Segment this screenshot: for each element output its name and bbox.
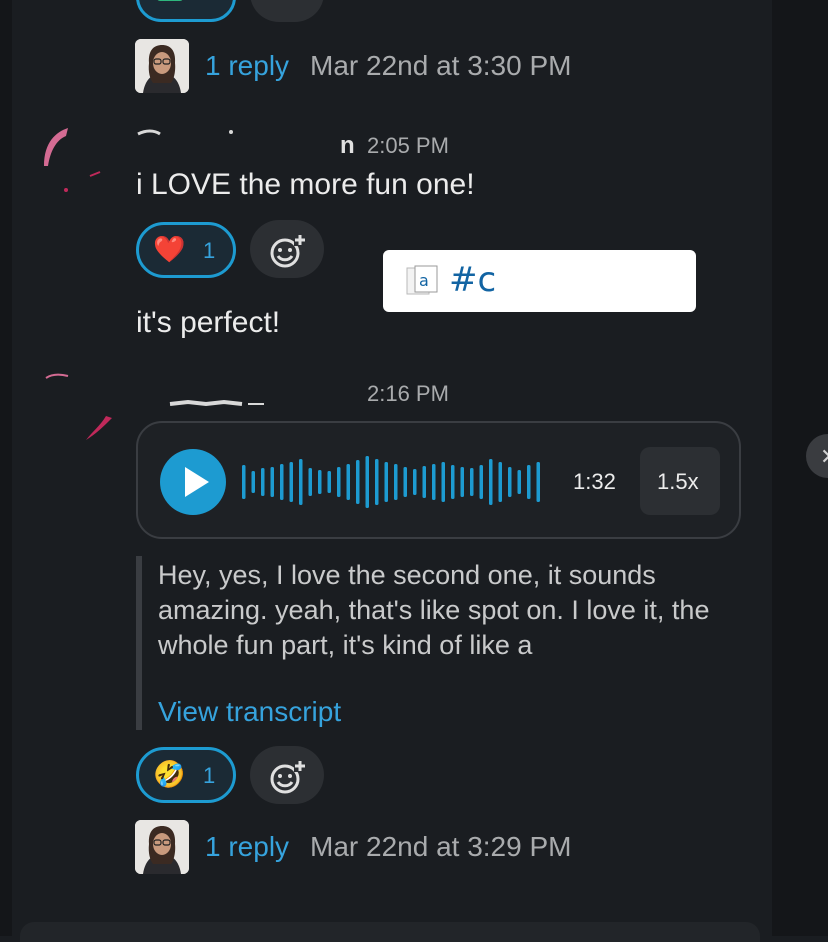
waveform-bar [280, 464, 284, 500]
waveform-bar [337, 467, 341, 497]
waveform-bar [422, 466, 426, 498]
thread-last-reply-time: Mar 22nd at 3:30 PM [310, 50, 572, 81]
waveform-bar [299, 459, 303, 505]
transcript-text: Hey, yes, I love the second one, it soun… [158, 560, 710, 660]
view-transcript-link[interactable]: View transcript [158, 696, 341, 728]
check-emoji-icon [157, 0, 183, 1]
voice-clip-player: 1:32 1.5x [136, 421, 741, 539]
waveform-bar [261, 468, 265, 496]
waveform-bar [242, 465, 246, 499]
thread-reply-count-2[interactable]: 1 reply [205, 831, 289, 863]
waveform-bar [356, 460, 360, 504]
message-timestamp[interactable]: 2:05 PM [367, 133, 449, 159]
svg-text:a: a [419, 271, 429, 290]
playback-speed-label: 1.5x [657, 469, 699, 494]
message-timestamp-prefix: n [340, 132, 355, 159]
reaction-laugh[interactable]: 🤣 1 [136, 747, 236, 803]
reaction-heart[interactable]: ❤️ 1 [136, 222, 236, 278]
redacted-avatar [44, 128, 101, 192]
popover-text: #c [449, 260, 497, 300]
waveform-bar [517, 470, 521, 494]
add-reaction-button-partial[interactable] [250, 0, 324, 22]
play-icon [185, 467, 209, 497]
waveform-bar [508, 467, 512, 497]
audio-waveform[interactable] [240, 451, 555, 513]
waveform-bar [498, 462, 502, 502]
playback-speed-button[interactable]: 1.5x [640, 447, 720, 515]
add-emoji-icon [270, 234, 306, 268]
waveform-bar [451, 465, 455, 499]
waveform-bar [470, 468, 474, 496]
waveform-bar [441, 462, 445, 502]
thread-reply-count[interactable]: 1 reply [205, 50, 289, 82]
avatar-2[interactable] [135, 820, 189, 874]
avatar[interactable] [135, 39, 189, 93]
reaction-pill-partial[interactable] [136, 0, 236, 22]
waveform-bar [308, 468, 312, 496]
waveform-bar [375, 459, 379, 505]
translate-icon: a [406, 265, 438, 295]
waveform-bar [384, 462, 388, 502]
waveform-bar [289, 462, 293, 502]
waveform-bar [403, 467, 407, 497]
reaction-count-2: 1 [203, 763, 216, 788]
waveform-bar [460, 467, 464, 497]
add-emoji-icon [270, 760, 306, 794]
channel-suggestion-popover[interactable]: a #c [383, 250, 696, 312]
redacted-avatar-2 [45, 373, 112, 440]
waveform-bar [346, 464, 350, 500]
thread-last-reply-time-2: Mar 22nd at 3:29 PM [310, 831, 572, 862]
redacted-name [137, 129, 233, 136]
message-timestamp-2[interactable]: 2:16 PM [367, 381, 449, 407]
waveform-bar [527, 465, 531, 499]
play-button[interactable] [160, 449, 226, 515]
waveform-bar [394, 464, 398, 500]
left-edge [0, 0, 12, 936]
redacted-name-2 [169, 399, 264, 407]
close-icon: ✕ [820, 444, 828, 470]
heart-emoji-icon: ❤️ [153, 234, 186, 264]
add-reaction-button[interactable] [250, 220, 324, 278]
waveform-bar [365, 456, 369, 508]
waveform-bar [318, 470, 322, 494]
waveform-bar [489, 459, 493, 505]
waveform-bar [327, 471, 331, 493]
add-reaction-button-2[interactable] [250, 746, 324, 804]
transcript-preview: Hey, yes, I love the second one, it soun… [136, 556, 742, 730]
waveform-bar [413, 469, 417, 495]
voice-clip-duration: 1:32 [573, 469, 616, 494]
reaction-count: 1 [203, 238, 216, 263]
waveform-bar [270, 467, 274, 497]
waveform-bar [432, 464, 436, 500]
message-followup-text: it's perfect! [136, 306, 281, 339]
rofl-emoji-icon: 🤣 [153, 759, 186, 789]
message-text: i LOVE the more fun one! [136, 168, 475, 201]
waveform-bar [479, 465, 483, 499]
message-composer-edge [20, 922, 760, 942]
waveform-bar [536, 462, 540, 502]
waveform-bar [251, 471, 255, 493]
